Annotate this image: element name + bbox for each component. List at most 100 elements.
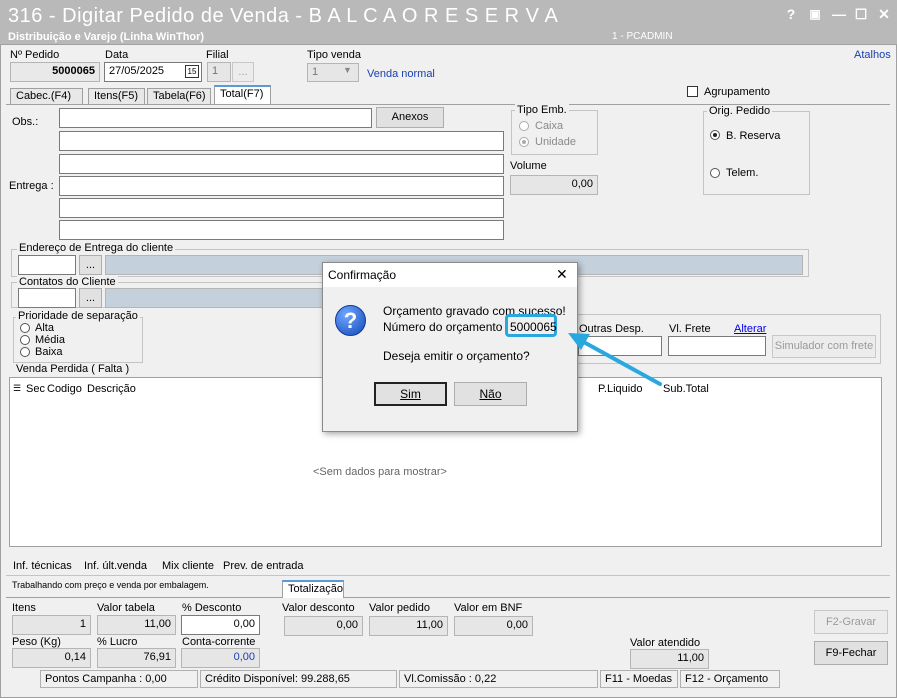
callout-arrow-icon [568,333,662,386]
orig-pedido-label: Orig. Pedido [707,105,773,117]
alta-label: Alta [35,322,54,334]
itens-label: Itens [12,602,36,614]
obs-label: Obs.: [12,116,39,128]
media-radio[interactable] [20,335,30,345]
tipo-emb-label: Tipo Emb. [515,104,569,116]
fechar-button[interactable]: F9-Fechar [814,641,888,665]
restore-icon[interactable]: ▣ [804,4,826,24]
date-value: 27/05/2025 [109,65,165,77]
inf-ult-venda-link[interactable]: Inf. últ.venda [84,560,147,572]
contatos-description-field [105,288,327,308]
contatos-code-field[interactable] [18,288,76,308]
pct-desconto-field[interactable]: 0,00 [181,615,260,635]
sim-button[interactable]: Sim [374,382,447,406]
peso-label: Peso (Kg) [12,636,61,648]
help-icon[interactable]: ? [780,4,802,24]
caixa-radio[interactable] [519,121,529,131]
tab-tabela[interactable]: Tabela(F6) [147,88,211,105]
agrupamento-checkbox[interactable] [687,86,698,97]
endereco-search-button[interactable]: ... [79,255,102,275]
entrega-field-2[interactable] [59,198,504,218]
status-credito-disponivel: Crédito Disponível: 99.288,65 [200,670,397,688]
valor-bnf-label: Valor em BNF [454,602,523,614]
conta-corrente-field: 0,00 [181,648,260,668]
tab-totalizacao[interactable]: Totalização [282,580,344,598]
vl-frete-field[interactable] [668,336,766,356]
inf-tecnicas-link[interactable]: Inf. técnicas [13,560,72,572]
simulador-frete-button[interactable]: Simulador com frete [772,335,876,358]
alta-radio[interactable] [20,323,30,333]
vl-frete-label: Vl. Frete [669,323,711,335]
telem-radio[interactable] [710,168,720,178]
anexos-button[interactable]: Anexos [376,107,444,128]
mix-cliente-link[interactable]: Mix cliente [162,560,214,572]
column-header-codigo[interactable]: Codigo [47,383,82,395]
filial-search-button[interactable]: ... [232,62,254,82]
window-title: 316 - Digitar Pedido de Venda - B A L C … [8,5,559,27]
info-text: Trabalhando com preço e venda por embala… [12,580,209,590]
tipo-venda-value: 1 [312,66,319,78]
endereco-code-field[interactable] [18,255,76,275]
dialog-close-icon[interactable]: ✕ [556,266,568,283]
calendar-icon[interactable]: 15 [185,65,199,78]
tab-cabec[interactable]: Cabec.(F4) [10,88,83,105]
agrupamento-label: Agrupamento [704,86,771,98]
valor-pedido-field: 11,00 [369,616,448,636]
dialog-question: Deseja emitir o orçamento? [383,349,530,363]
unidade-radio[interactable] [519,137,529,147]
totalizacao-divider [6,597,890,598]
b-reserva-label: B. Reserva [726,130,781,142]
window-titlebar: 316 - Digitar Pedido de Venda - B A L C … [0,0,897,44]
current-user: 1 - PCADMIN [612,31,673,42]
caixa-label: Caixa [535,120,564,132]
baixa-radio[interactable] [20,347,30,357]
b-reserva-radio[interactable] [710,130,720,140]
entrega-field-3[interactable] [59,220,504,240]
unidade-label: Unidade [535,136,576,148]
entrega-field-1[interactable] [59,176,504,196]
status-f12-orcamento[interactable]: F12 - Orçamento [680,670,780,688]
entrega-label: Entrega : [9,180,54,192]
atalhos-link[interactable]: Atalhos [854,49,891,61]
dialog-message-line2: Número do orçamento [383,320,503,334]
conta-corrente-label: Conta-corrente [182,636,256,648]
column-header-sec[interactable]: Sec [26,383,45,395]
alterar-link[interactable]: Alterar [734,323,766,335]
pedido-label: Nº Pedido [10,49,60,61]
valor-atendido-label: Valor atendido [630,637,701,649]
tipo-venda-label: Tipo venda [307,49,362,61]
tipo-emb-group [511,110,598,155]
prev-entrada-link[interactable]: Prev. de entrada [223,560,304,572]
peso-field: 0,14 [12,648,91,668]
status-f11-moedas[interactable]: F11 - Moedas [600,670,678,688]
question-icon: ? [335,305,366,336]
close-icon[interactable]: ✕ [873,4,895,24]
tab-total[interactable]: Total(F7) [214,85,271,105]
prioridade-label: Prioridade de separação [16,310,140,322]
obs-field-1[interactable] [59,108,372,128]
maximize-icon[interactable]: ☐ [850,4,872,24]
tipo-venda-description: Venda normal [367,68,435,80]
tab-itens[interactable]: Itens(F5) [88,88,145,105]
obs-field-3[interactable] [59,154,504,174]
telem-label: Telem. [726,167,759,179]
filial-field[interactable]: 1 [207,62,231,82]
grid-menu-icon[interactable]: ☰ [13,383,21,394]
obs-field-2[interactable] [59,131,504,151]
valor-desconto-field: 0,00 [284,616,363,636]
column-header-descricao[interactable]: Descrição [87,383,136,395]
data-label: Data [105,49,129,61]
valor-pedido-label: Valor pedido [369,602,430,614]
contatos-search-button[interactable]: ... [79,288,102,308]
minimize-icon[interactable]: — [828,4,850,24]
pct-lucro-label: % Lucro [97,636,138,648]
dialog-title: Confirmação [328,268,397,282]
nao-button[interactable]: Não [454,382,527,406]
orig-pedido-group [703,111,810,195]
pedido-number-field: 5000065 [10,62,100,82]
chevron-down-icon[interactable]: ▼ [343,65,352,75]
baixa-label: Baixa [35,346,63,358]
gravar-button[interactable]: F2-Gravar [814,610,888,634]
section-divider [6,575,890,576]
status-pontos-campanha: Pontos Campanha : 0,00 [40,670,198,688]
